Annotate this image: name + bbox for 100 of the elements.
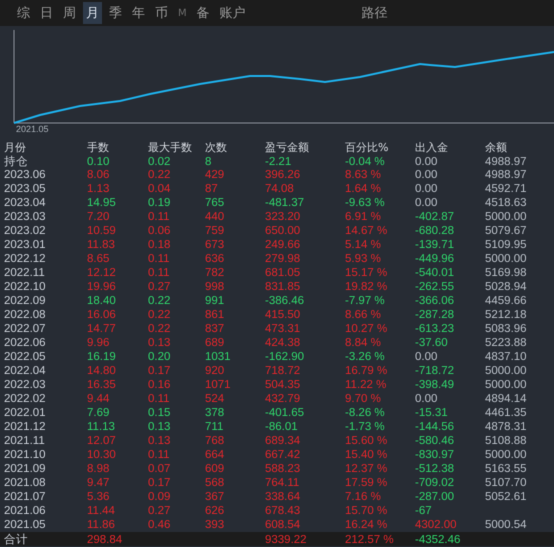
- table-cell: 4302.00: [415, 519, 457, 531]
- table-cell: 249.66: [265, 239, 300, 251]
- table-cell: 5212.18: [485, 309, 527, 321]
- table-cell: 19.82 %: [345, 281, 388, 293]
- table-cell: 0.11: [148, 267, 170, 279]
- table-cell: 279.98: [265, 253, 300, 265]
- table-cell: -680.28: [415, 225, 454, 237]
- table-cell: 4461.35: [485, 407, 527, 419]
- table-cell: 424.38: [265, 337, 300, 349]
- table-cell: 0.18: [148, 239, 170, 251]
- table-cell: 11.22 %: [345, 379, 386, 391]
- table-cell: 8.65: [87, 253, 110, 265]
- table-cell: 998: [205, 281, 224, 293]
- table-cell: 4894.14: [485, 393, 527, 405]
- table-cell: 664: [205, 449, 224, 461]
- tab[interactable]: 币: [152, 2, 171, 24]
- table-cell: 8: [205, 156, 212, 168]
- month-cell: 2023.06: [4, 169, 46, 181]
- table-cell: 15.60 %: [345, 435, 388, 447]
- table-cell: 473.31: [265, 323, 300, 335]
- table-cell: 0.22: [148, 169, 170, 181]
- table-cell: 0.11: [148, 393, 170, 405]
- table-cell: 9.70 %: [345, 393, 381, 405]
- table-cell: 0.20: [148, 351, 170, 363]
- table-cell: 8.06: [87, 169, 110, 181]
- column-header: 月份: [4, 140, 26, 155]
- table-cell: -287.28: [415, 309, 454, 321]
- table-cell: 636: [205, 253, 224, 265]
- table-cell: 338.64: [265, 491, 300, 503]
- tab[interactable]: 月: [83, 2, 102, 24]
- table-cell: 0.17: [148, 477, 170, 489]
- table-cell: -262.55: [415, 281, 454, 293]
- table-cell: -366.06: [415, 295, 454, 307]
- table-cell: 4837.10: [485, 351, 527, 363]
- month-cell: 2021.09: [4, 463, 46, 475]
- tab[interactable]: 周: [60, 2, 79, 24]
- tab[interactable]: 年: [129, 2, 148, 24]
- table-cell: 9.44: [87, 393, 110, 405]
- table-cell: 1071: [205, 379, 231, 391]
- month-cell: 2023.01: [4, 239, 46, 251]
- table-cell: 5000.00: [485, 211, 527, 223]
- table-cell: 608.54: [265, 519, 300, 531]
- table-cell: -402.87: [415, 211, 454, 223]
- table-cell: 4518.63: [485, 197, 527, 209]
- table-cell: 861: [205, 309, 224, 321]
- table-cell: 0.17: [148, 365, 170, 377]
- tab[interactable]: 季: [106, 2, 125, 24]
- table-cell: 0.15: [148, 407, 170, 419]
- table-cell: 0.11: [148, 211, 170, 223]
- table-cell: 6.91 %: [345, 211, 381, 223]
- table-cell: 429: [205, 169, 224, 181]
- table-cell: 10.30: [87, 449, 116, 461]
- table-cell: 673: [205, 239, 224, 251]
- month-cell: 2021.10: [4, 449, 46, 461]
- month-cell: 2022.09: [4, 295, 46, 307]
- table-cell: 504.35: [265, 379, 300, 391]
- month-cell: 2022.04: [4, 365, 46, 377]
- table-cell: -512.38: [415, 463, 454, 475]
- table-cell: -398.49: [415, 379, 454, 391]
- table-cell: 378: [205, 407, 224, 419]
- table-cell: 0.02: [148, 156, 170, 168]
- table-cell: 0.00: [415, 197, 438, 209]
- table-cell: 5109.95: [485, 239, 527, 251]
- tab[interactable]: 账户: [216, 2, 249, 24]
- table-cell: 5163.55: [485, 463, 527, 475]
- table-cell: 12.12: [87, 267, 116, 279]
- table-cell: 0.27: [148, 281, 170, 293]
- month-cell: 2021.12: [4, 421, 46, 433]
- table-cell: 4459.66: [485, 295, 527, 307]
- table-cell: 7.16 %: [345, 491, 381, 503]
- table-cell: 323.20: [265, 211, 300, 223]
- table-cell: -86.01: [265, 421, 298, 433]
- table-cell: 12.37 %: [345, 463, 388, 475]
- table-cell: -144.56: [415, 421, 454, 433]
- table-cell: 1.13: [87, 183, 110, 195]
- table-cell: 8.84 %: [345, 337, 381, 349]
- table-cell: 765: [205, 197, 224, 209]
- tab[interactable]: 备: [194, 2, 213, 24]
- column-header: 余额: [485, 140, 507, 155]
- table-cell: 7.20: [87, 211, 110, 223]
- table-cell: 0.22: [148, 295, 170, 307]
- tab[interactable]: 路径: [358, 2, 391, 24]
- month-cell: 2021.06: [4, 505, 46, 517]
- table-cell: 0.13: [148, 337, 170, 349]
- table-cell: -7.97 %: [345, 295, 385, 307]
- table-cell: 759: [205, 225, 224, 237]
- table-cell: -8.26 %: [345, 407, 385, 419]
- tab[interactable]: 日: [37, 2, 56, 24]
- table-cell: 8.98: [87, 463, 110, 475]
- tab[interactable]: 综: [14, 2, 33, 24]
- table-cell: 0.00: [415, 351, 438, 363]
- table-cell: 5028.94: [485, 281, 527, 293]
- table-cell: 15.17 %: [345, 267, 388, 279]
- month-cell: 2021.08: [4, 477, 46, 489]
- table-cell: 609: [205, 463, 224, 475]
- table-cell: -287.00: [415, 491, 454, 503]
- table-cell: -718.72: [415, 365, 454, 377]
- table-cell: -580.46: [415, 435, 454, 447]
- table-cell: -4352.46: [415, 534, 460, 546]
- table-cell: 9.47: [87, 477, 110, 489]
